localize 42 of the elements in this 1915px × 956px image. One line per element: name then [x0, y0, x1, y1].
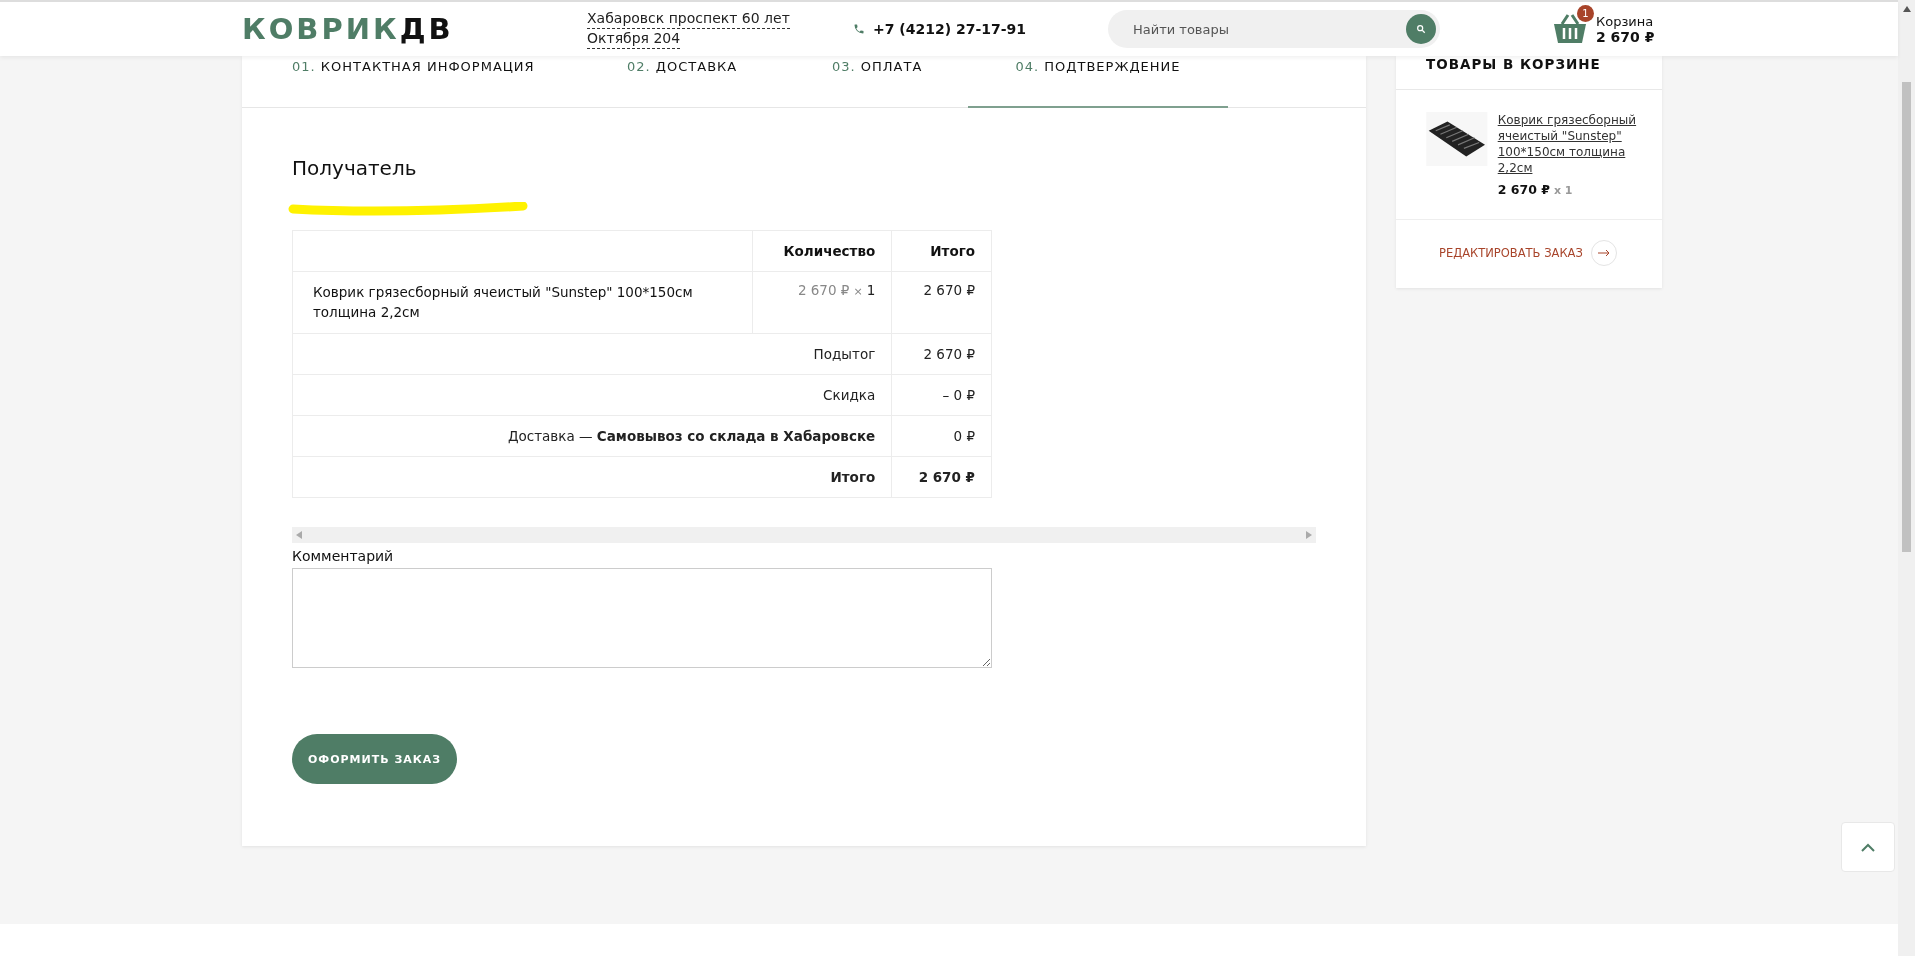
step-tab[interactable]: 04. ПОДТВЕРЖДЕНИЕ — [968, 56, 1228, 108]
field-label: Комментарий — [292, 548, 395, 564]
quantity-cell: 2 670 ₽ × 1 — [752, 271, 892, 334]
address-link[interactable]: Хабаровск проспект 60 лет Октября 204 — [587, 9, 853, 49]
logo[interactable]: КОВРИКДВ — [242, 12, 587, 46]
product-price: 2 670 ₽ x 1 — [1497, 182, 1574, 197]
table-cell: 0 ₽ — [891, 415, 992, 457]
comment-field[interactable] — [292, 568, 992, 668]
scroll-right-icon[interactable] — [1306, 531, 1312, 539]
scroll-up-icon[interactable] — [1902, 6, 1911, 12]
summary-label: Скидка — [292, 374, 892, 416]
cart-count-badge: 1 — [1577, 5, 1594, 22]
section-title: Получатель — [292, 156, 418, 180]
step-tab[interactable]: 01. КОНТАКТНАЯ ИНФОРМАЦИЯ — [292, 56, 627, 108]
column-header: Количество — [752, 230, 892, 272]
table-cell: 2 670 ₽ — [891, 456, 992, 498]
submit-order-button[interactable]: ОФОРМИТЬ ЗАКАЗ — [292, 734, 457, 784]
column-header: Итого — [891, 230, 992, 272]
horizontal-scrollbar[interactable] — [292, 527, 1316, 543]
table-cell: 2 670 ₽ — [891, 271, 992, 334]
scroll-left-icon[interactable] — [296, 531, 302, 539]
sidebar-title: ТОВАРЫ В КОРЗИНЕ — [1396, 56, 1662, 90]
step-tab[interactable]: 02. ДОСТАВКА — [627, 56, 832, 108]
back-to-top-button[interactable] — [1841, 822, 1895, 872]
cart-total: 2 670 ₽ — [1596, 28, 1655, 45]
summary-label: Итого — [292, 456, 892, 498]
table-cell: 2 670 ₽ — [891, 333, 992, 375]
page-scrollbar[interactable] — [1898, 0, 1915, 956]
summary-label: Подытог — [292, 333, 892, 375]
chevron-up-icon — [1861, 842, 1875, 852]
phone-icon — [853, 23, 865, 35]
summary-label: Доставка — Самовывоз со склада в Хабаровске — [292, 415, 892, 457]
step-tab[interactable]: 03. ОПЛАТА — [832, 56, 968, 108]
phone-number: +7 (4212) 27-17-91 — [873, 21, 1027, 37]
arrow-right-icon — [1597, 249, 1610, 257]
product-link[interactable]: Коврик грязесборный ячеистый "Sunstep" 100*150см толщина 2,2см — [1497, 112, 1642, 176]
search-field[interactable]: Найти товары — [1108, 10, 1440, 48]
product-name: Коврик грязесборный ячеистый "Sunstep" 100*150см толщина 2,2см — [292, 271, 753, 334]
cart-label[interactable]: Корзина — [1596, 13, 1655, 29]
search-icon — [1416, 24, 1426, 34]
edit-order-link[interactable]: РЕДАКТИРОВАТЬ ЗАКАЗ — [1439, 246, 1583, 260]
table-cell: – 0 ₽ — [891, 374, 992, 416]
